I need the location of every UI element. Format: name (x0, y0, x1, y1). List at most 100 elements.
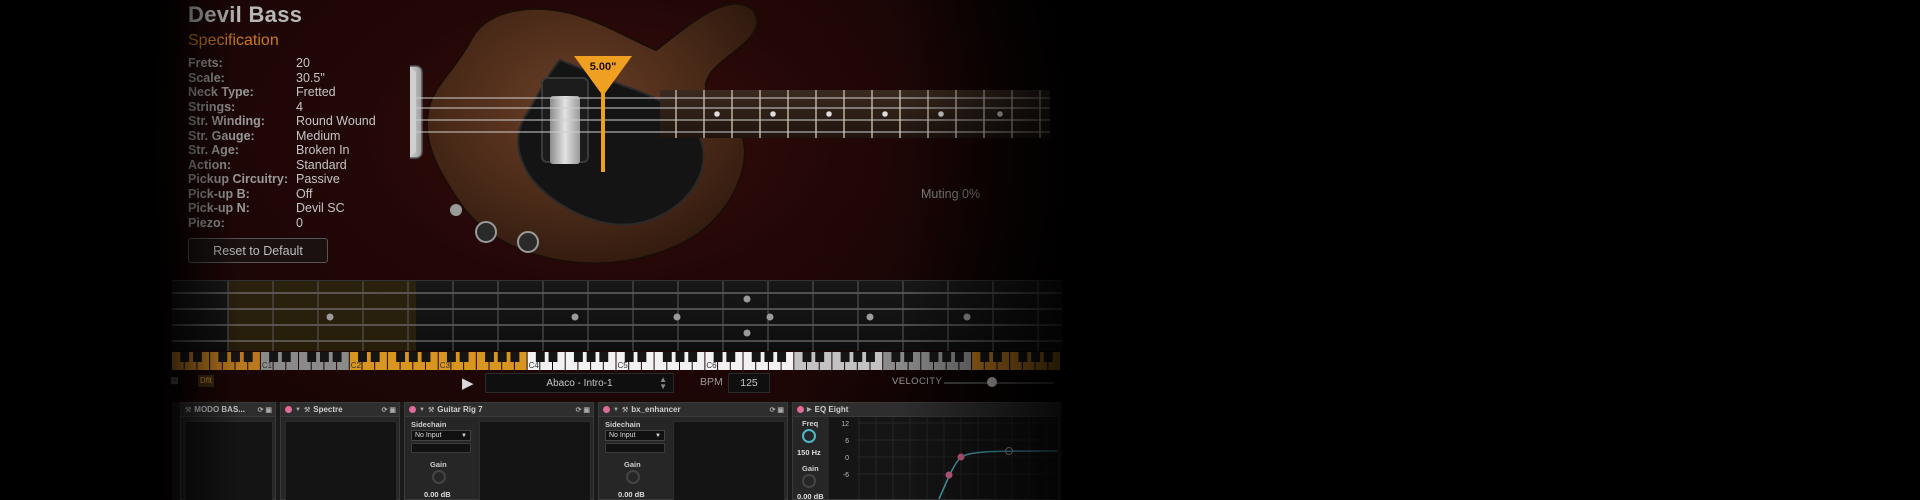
eq-db-tick: 0 (845, 455, 849, 462)
black-key (637, 352, 647, 362)
collapse-icon[interactable]: ▼ (295, 407, 301, 413)
sidechain-select[interactable]: No Input ▼ (411, 430, 471, 441)
velocity-slider[interactable] (944, 382, 1054, 384)
black-key (954, 352, 964, 362)
play-icon[interactable]: ▶ (807, 406, 812, 413)
transport-bar: ▦ Dflt ▶ Abaco - Intro-1 ▲ ▼ BPM 125 VELO… (170, 372, 1062, 394)
device-modo-bass[interactable]: ⚒ MODO BAS... ⟳ ▣ (180, 402, 276, 500)
black-key (180, 352, 190, 362)
collapse-icon[interactable]: ▼ (613, 407, 619, 413)
inlay-dot (770, 111, 776, 117)
play-button[interactable]: ▶ (462, 374, 474, 392)
eq-gain-value: 0.00 dB (797, 492, 824, 500)
sidechain-channel-field[interactable] (605, 443, 665, 453)
black-key (510, 352, 520, 362)
black-key (993, 352, 1002, 362)
fret-wire (675, 90, 677, 138)
device-eq-eight[interactable]: ▶ EQ Eight Freq 150 Hz Gain 0.00 dB 12 6 0 -… (792, 402, 1060, 500)
preset-slot-button[interactable]: Dflt (198, 375, 214, 387)
bridge-saddle (410, 70, 416, 154)
gain-knob[interactable] (626, 470, 640, 484)
device-name: Spectre (313, 405, 343, 414)
inlay-dot (826, 111, 832, 117)
spec-value: Passive (296, 172, 340, 186)
spec-key: Pick-up N: (188, 201, 250, 215)
fretboard-view[interactable] (172, 280, 1174, 351)
spec-key: Scale: (188, 70, 225, 85)
device-menu-icon[interactable]: ⟳ ▣ (258, 406, 272, 414)
device-spectre[interactable]: ▼ ⚒ Spectre ⟳ ▣ (280, 402, 400, 500)
tone-knob[interactable] (517, 231, 539, 253)
spec-key: Str. Gauge: (188, 128, 255, 143)
plugin-window: Devil Bass Specification Frets: 20 Scale: 3… (0, 0, 1920, 500)
preset-selector[interactable]: Abaco - Intro-1 ▲ ▼ (485, 373, 674, 393)
device-menu-icon[interactable]: ⟳ ▣ (576, 406, 590, 414)
device-name: bx_enhancer (631, 405, 681, 414)
power-toggle[interactable] (603, 406, 610, 413)
wrench-icon[interactable]: ⚒ (185, 406, 191, 414)
gain-value: 0.00 dB (424, 490, 451, 499)
chevron-down-icon: ▼ (461, 432, 467, 439)
volume-knob[interactable] (475, 221, 497, 243)
eq-band-1-handle (945, 471, 953, 479)
device-name: EQ Eight (814, 405, 849, 414)
fret-wire (759, 90, 761, 138)
device-menu-icon[interactable]: ⟳ ▣ (382, 406, 396, 414)
fret-wire (871, 90, 873, 138)
eq-gain-knob[interactable] (802, 474, 816, 488)
chevron-down-icon: ▼ (655, 432, 661, 439)
velocity-slider-handle[interactable] (987, 377, 998, 387)
fret-wire (787, 90, 789, 138)
spec-value: 20 (296, 56, 310, 70)
sidechain-channel-field[interactable] (411, 443, 471, 453)
spec-row: Str. Age: Broken In (188, 143, 376, 158)
preset-stepper-icon[interactable]: ▲ ▼ (659, 376, 667, 391)
power-toggle[interactable] (409, 406, 416, 413)
instrument-title: Devil Bass (188, 2, 303, 27)
black-key (1043, 352, 1053, 362)
bass-guitar-illustration: 5.00" (410, 2, 1050, 265)
gain-value: 0.00 dB (618, 490, 645, 499)
spec-value: 0 (296, 215, 303, 230)
inlay-dot (997, 111, 1003, 117)
freq-knob[interactable] (802, 429, 816, 443)
plugin-display (673, 421, 785, 500)
spec-row: Frets: 20 (188, 56, 376, 71)
freq-value: 150 Hz (797, 448, 821, 457)
spec-row: Piezo: 0 (188, 216, 376, 231)
device-bx-enhancer[interactable]: ▼ ⚒ bx_enhancer ⟳ ▣ Sidechain No Input ▼ Gai… (598, 402, 788, 500)
fret-wire (1011, 90, 1013, 138)
device-guitar-rig[interactable]: ▼ ⚒ Guitar Rig 7 ⟳ ▣ Sidechain No Input ▼ Ga… (404, 402, 594, 500)
eq-curve-display[interactable]: 12 6 0 -6 (829, 417, 1057, 499)
black-key (421, 352, 431, 362)
wrench-icon[interactable]: ⚒ (622, 406, 628, 414)
octave-label: C2 (351, 361, 362, 370)
black-key (332, 352, 342, 362)
spec-key: Action: (188, 157, 232, 172)
spec-row: Str. Gauge: Medium (188, 129, 376, 144)
power-toggle[interactable] (285, 406, 292, 413)
collapse-icon[interactable]: ▼ (419, 407, 425, 413)
bpm-field[interactable]: 125 (728, 373, 770, 393)
device-menu-icon[interactable]: ⟳ ▣ (770, 406, 784, 414)
wrench-icon[interactable]: ⚒ (304, 406, 310, 414)
device-name: Guitar Rig 7 (437, 405, 483, 414)
power-toggle[interactable] (797, 406, 804, 413)
sidechain-select[interactable]: No Input ▼ (605, 430, 665, 441)
black-key (370, 352, 380, 362)
black-key (281, 352, 291, 362)
wrench-icon[interactable]: ⚒ (428, 406, 434, 414)
black-key (751, 352, 761, 362)
piano-keyboard[interactable]: C1 C2 C3 C4 C5 C6 (172, 352, 1062, 370)
reset-to-default-button[interactable]: Reset to Default (188, 238, 328, 263)
strip-inlay (743, 295, 751, 303)
spec-key: Strings: (188, 99, 236, 114)
grid-icon[interactable]: ▦ (170, 375, 184, 387)
gain-knob[interactable] (432, 470, 446, 484)
black-key (1018, 352, 1028, 362)
spec-value: 4 (296, 99, 303, 114)
eq-db-tick: -6 (843, 472, 849, 479)
fret-wire (843, 90, 845, 138)
black-key (599, 352, 609, 362)
specification-heading: Specification (188, 32, 279, 49)
